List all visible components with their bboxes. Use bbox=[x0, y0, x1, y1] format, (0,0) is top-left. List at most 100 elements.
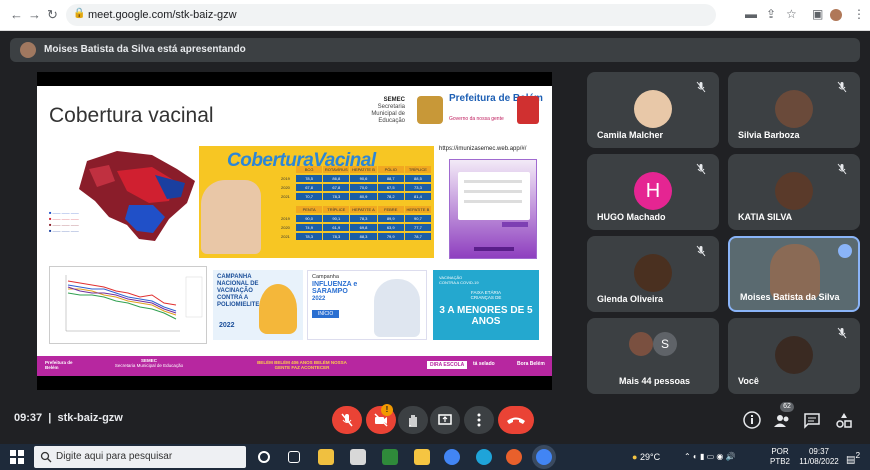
notification-button[interactable]: ▤2 bbox=[846, 450, 860, 465]
participant-tile[interactable]: H HUGO Machado bbox=[587, 154, 719, 230]
flu-title: INFLUENZA e SARAMPO bbox=[312, 281, 358, 295]
tray-icons[interactable]: ⌃ ◐ ▮ ▭ ◉ 🔊 bbox=[684, 452, 736, 462]
participant-name: Mais 44 pessoas bbox=[619, 376, 691, 386]
search-placeholder: Digite aqui para pesquisar bbox=[56, 451, 173, 462]
participant-name: Silvia Barboza bbox=[738, 130, 800, 140]
meeting-info: 09:37 | stk-baiz-gzw bbox=[14, 412, 123, 424]
mail-icon[interactable] bbox=[350, 449, 366, 465]
task-view-icon[interactable] bbox=[288, 451, 300, 463]
people-icon[interactable] bbox=[773, 411, 791, 429]
table-cell: 61,9 bbox=[323, 224, 350, 231]
table-cell: 78,2 bbox=[377, 193, 404, 200]
table-cell: 78,3 bbox=[323, 193, 350, 200]
weather-widget[interactable]: ● 29°C bbox=[632, 452, 660, 462]
participant-tile[interactable]: Camila Malcher bbox=[587, 72, 719, 148]
table-row: 2020 67,8 67,8 70,0 67,5 73,3 bbox=[281, 184, 432, 191]
menu-icon[interactable]: ⋮ bbox=[853, 7, 865, 21]
polio-year: 2022 bbox=[219, 322, 235, 329]
participant-name: Glenda Oliveira bbox=[597, 294, 664, 304]
participant-name: KATIA SILVA bbox=[738, 212, 793, 222]
info-icon[interactable] bbox=[743, 411, 761, 429]
language-indicator[interactable]: POR PTB2 bbox=[770, 447, 790, 467]
table-cell: 90,0 bbox=[296, 215, 323, 222]
present-button[interactable] bbox=[430, 406, 460, 434]
table-cell: 73,3 bbox=[404, 184, 432, 191]
form-button bbox=[502, 222, 528, 227]
table-cell: 89,9 bbox=[377, 215, 404, 222]
mic-off-icon bbox=[695, 80, 707, 93]
chrome-active-icon[interactable] bbox=[536, 449, 552, 465]
app-icon[interactable] bbox=[382, 449, 398, 465]
foot-semec: SEMEC Secretaria Municipal de Educação bbox=[109, 358, 189, 368]
share-icon[interactable]: ⇪ bbox=[766, 7, 776, 21]
table-header: PÓLIO bbox=[377, 166, 404, 173]
table-header: TRÍPLICE VIRAL bbox=[404, 166, 432, 179]
chrome-icon[interactable] bbox=[444, 449, 460, 465]
activities-icon[interactable] bbox=[835, 411, 853, 429]
table-cell: 67,8 bbox=[323, 184, 350, 191]
more-vert-icon bbox=[477, 413, 481, 427]
avatar bbox=[775, 172, 813, 210]
table-row: 2020 74,9 61,9 69,8 63,9 77,7 bbox=[281, 224, 432, 231]
cortana-icon[interactable] bbox=[258, 451, 270, 463]
participant-tile[interactable]: Silvia Barboza bbox=[728, 72, 860, 148]
row-year: 2019 bbox=[281, 216, 290, 221]
foot-semec-sub: Secretaria Municipal de Educação bbox=[114, 363, 184, 368]
meeting-time: 09:37 bbox=[14, 412, 43, 424]
profile-avatar[interactable] bbox=[830, 9, 842, 21]
participant-tile[interactable]: Glenda Oliveira bbox=[587, 236, 719, 312]
avatar bbox=[634, 90, 672, 128]
crest-icon bbox=[417, 96, 443, 124]
windows-start-icon[interactable] bbox=[10, 450, 24, 464]
app-screenshot bbox=[449, 159, 537, 259]
covid-kids-card: VACINAÇÃO CONTRA A COVID-19 FAIXA ETÁRIA… bbox=[433, 270, 539, 340]
table-cell: 78,3 bbox=[323, 233, 350, 240]
covid-age: 3 A MENORES DE 5 ANOS bbox=[439, 305, 533, 327]
foot-right: Bora Belém bbox=[517, 361, 545, 367]
search-icon bbox=[40, 451, 52, 463]
forward-icon[interactable]: → bbox=[28, 7, 41, 22]
mic-off-icon bbox=[836, 80, 848, 93]
table-header: PENTA bbox=[296, 206, 323, 213]
chat-icon[interactable] bbox=[803, 411, 821, 429]
pref-sub: Governo da nossa gente bbox=[449, 116, 504, 122]
self-tile[interactable]: Você bbox=[728, 318, 860, 394]
address-bar[interactable]: 🔒 meet.google.com/stk-baiz-gzw bbox=[66, 4, 716, 26]
participant-tile[interactable]: KATIA SILVA bbox=[728, 154, 860, 230]
row-year: 2021 bbox=[281, 194, 290, 199]
star-icon[interactable]: ☆ bbox=[786, 7, 797, 21]
table-cell: 74,9 bbox=[296, 224, 323, 231]
table-cell: 79,9 bbox=[377, 233, 404, 240]
table-header-row: BCG ROTAVÍRUS HEPATITE B PÓLIO TRÍPLICE … bbox=[281, 166, 432, 179]
table-cell: 63,9 bbox=[377, 224, 404, 231]
url-text: meet.google.com/stk-baiz-gzw bbox=[88, 9, 237, 21]
coverage-table: BCG ROTAVÍRUS HEPATITE B PÓLIO TRÍPLICE … bbox=[281, 166, 432, 256]
table-cell: 67,5 bbox=[377, 184, 404, 191]
raise-hand-button[interactable] bbox=[398, 406, 428, 434]
participant-tile-speaking[interactable]: Moises Batista da Silva bbox=[728, 236, 860, 312]
table-header-row: PENTA TRÍPLICE VIRAL HEPATITE A FEBRE AM… bbox=[281, 206, 432, 219]
presenting-text: Moises Batista da Silva está apresentand… bbox=[44, 44, 246, 55]
table-cell: 78,5 bbox=[296, 175, 323, 182]
table-header: FEBRE AMARELA bbox=[377, 206, 404, 219]
flu-label: Campanha bbox=[312, 274, 339, 280]
store-icon[interactable] bbox=[318, 449, 334, 465]
firefox-icon[interactable] bbox=[506, 449, 522, 465]
more-people-tile[interactable]: S Mais 44 pessoas bbox=[587, 318, 719, 394]
mic-toggle-button[interactable] bbox=[332, 406, 362, 434]
foot-slogan: BELÉM BELÉM 406 ANOS BELÉM NOSSA GENTE F… bbox=[257, 360, 347, 370]
back-icon[interactable]: ← bbox=[10, 7, 23, 22]
reload-icon[interactable]: ↻ bbox=[47, 7, 58, 23]
folder-icon[interactable] bbox=[414, 449, 430, 465]
taskbar-search[interactable]: Digite aqui para pesquisar bbox=[34, 446, 246, 468]
camera-icon[interactable]: ▬ bbox=[745, 7, 757, 21]
sidepanel-icon[interactable]: ▣ bbox=[812, 7, 823, 21]
edge-icon[interactable] bbox=[476, 449, 492, 465]
more-options-button[interactable] bbox=[464, 406, 494, 434]
notification-count: 2 bbox=[855, 450, 861, 460]
table-header: HEPATITE B bbox=[404, 206, 432, 213]
clock[interactable]: 09:37 11/08/2022 bbox=[796, 447, 842, 467]
leave-call-button[interactable] bbox=[498, 406, 534, 434]
